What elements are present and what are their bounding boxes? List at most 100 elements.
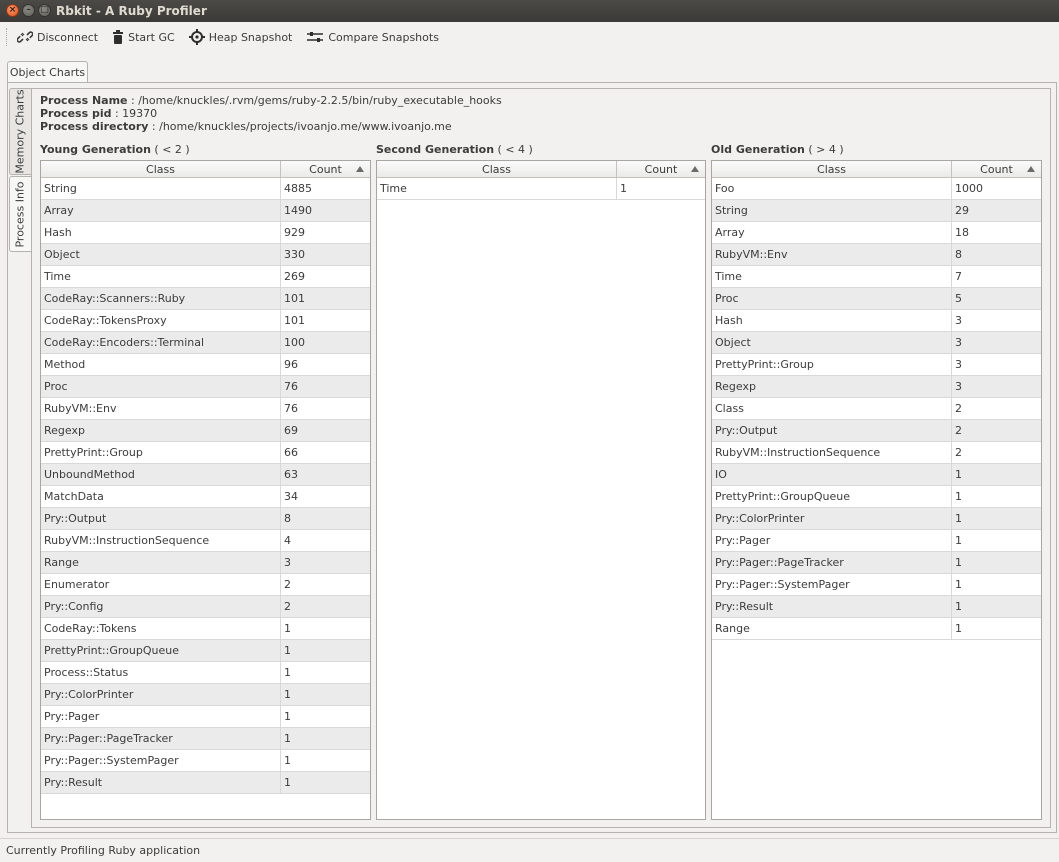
table-row[interactable]: Pry::Output 8: [41, 508, 370, 530]
table-row[interactable]: Range 1: [712, 618, 1041, 640]
process-directory-value: : /home/knuckles/projects/ivoanjo.me/www…: [148, 120, 452, 133]
table-row[interactable]: Regexp 3: [712, 376, 1041, 398]
table-row[interactable]: RubyVM::Env 8: [712, 244, 1041, 266]
table-row[interactable]: Pry::Result 1: [41, 772, 370, 794]
class-name-cell: PrettyPrint::GroupQueue: [712, 486, 952, 508]
table-row[interactable]: Object 330: [41, 244, 370, 266]
tab-memory-charts[interactable]: Memory Charts: [9, 88, 31, 175]
close-window-button[interactable]: ×: [6, 4, 19, 17]
table-row[interactable]: Method 96: [41, 354, 370, 376]
table-row[interactable]: Foo 1000: [712, 178, 1041, 200]
process-pid-label: Process pid: [40, 107, 112, 120]
class-name-cell: Process::Status: [41, 662, 281, 684]
count-cell: 1: [617, 178, 705, 200]
class-name-cell: CodeRay::Tokens: [41, 618, 281, 640]
table-row[interactable]: CodeRay::Scanners::Ruby 101: [41, 288, 370, 310]
table-row[interactable]: Pry::Output 2: [712, 420, 1041, 442]
table-row[interactable]: RubyVM::Env 76: [41, 398, 370, 420]
table-row[interactable]: RubyVM::InstructionSequence 2: [712, 442, 1041, 464]
table-row[interactable]: Process::Status 1: [41, 662, 370, 684]
table-row[interactable]: Time 269: [41, 266, 370, 288]
class-name-cell: Object: [41, 244, 281, 266]
table-row[interactable]: CodeRay::Encoders::Terminal 100: [41, 332, 370, 354]
young-generation-table[interactable]: Class Count String 4885 Array 1490 Hash 929 Obje…: [40, 160, 371, 820]
table-row[interactable]: Class 2: [712, 398, 1041, 420]
class-column-header[interactable]: Class: [712, 161, 952, 177]
count-column-header[interactable]: Count: [952, 161, 1041, 177]
table-row[interactable]: Pry::ColorPrinter 1: [712, 508, 1041, 530]
table-header: Class Count: [712, 161, 1041, 178]
table-row[interactable]: Array 18: [712, 222, 1041, 244]
process-pid-value: : 19370: [111, 107, 158, 120]
toolbar-grip[interactable]: [6, 28, 9, 46]
table-row[interactable]: Enumerator 2: [41, 574, 370, 596]
table-row[interactable]: Pry::Config 2: [41, 596, 370, 618]
disconnect-button[interactable]: Disconnect: [17, 29, 98, 45]
trash-icon: [113, 30, 124, 44]
start-gc-button[interactable]: Start GC: [112, 29, 175, 45]
table-row[interactable]: Proc 76: [41, 376, 370, 398]
table-row[interactable]: UnboundMethod 63: [41, 464, 370, 486]
table-row[interactable]: Hash 929: [41, 222, 370, 244]
class-name-cell: CodeRay::Scanners::Ruby: [41, 288, 281, 310]
table-row[interactable]: PrettyPrint::GroupQueue 1: [712, 486, 1041, 508]
table-row[interactable]: IO 1: [712, 464, 1041, 486]
table-row[interactable]: Pry::Pager 1: [712, 530, 1041, 552]
count-cell: 1000: [952, 178, 1041, 200]
count-cell: 76: [281, 398, 370, 420]
table-row[interactable]: Pry::Pager::PageTracker 1: [41, 728, 370, 750]
count-cell: 1: [281, 728, 370, 750]
count-cell: 1: [952, 552, 1041, 574]
maximize-window-button[interactable]: □: [38, 4, 51, 17]
table-row[interactable]: Range 3: [41, 552, 370, 574]
table-row[interactable]: Hash 3: [712, 310, 1041, 332]
class-name-cell: String: [712, 200, 952, 222]
class-column-header[interactable]: Class: [377, 161, 617, 177]
minimize-window-button[interactable]: –: [22, 4, 35, 17]
table-row[interactable]: String 4885: [41, 178, 370, 200]
count-cell: 3: [281, 552, 370, 574]
count-column-header[interactable]: Count: [281, 161, 370, 177]
table-row[interactable]: Pry::ColorPrinter 1: [41, 684, 370, 706]
tab-process-info[interactable]: Process Info: [9, 176, 31, 252]
table-row[interactable]: Pry::Pager 1: [41, 706, 370, 728]
class-column-header[interactable]: Class: [41, 161, 281, 177]
table-row[interactable]: MatchData 34: [41, 486, 370, 508]
table-row[interactable]: Time 7: [712, 266, 1041, 288]
old-generation-range: ( > 4 ): [804, 143, 844, 156]
count-cell: 929: [281, 222, 370, 244]
table-row[interactable]: Object 3: [712, 332, 1041, 354]
class-name-cell: Pry::ColorPrinter: [712, 508, 952, 530]
table-row[interactable]: Regexp 69: [41, 420, 370, 442]
compare-snapshots-button[interactable]: Compare Snapshots: [306, 31, 439, 44]
class-name-cell: String: [41, 178, 281, 200]
table-row[interactable]: CodeRay::TokensProxy 101: [41, 310, 370, 332]
count-cell: 101: [281, 310, 370, 332]
table-row[interactable]: Proc 5: [712, 288, 1041, 310]
table-row[interactable]: Pry::Pager::PageTracker 1: [712, 552, 1041, 574]
second-generation-table[interactable]: Class Count Time 1: [376, 160, 706, 820]
table-row[interactable]: PrettyPrint::Group 3: [712, 354, 1041, 376]
table-row[interactable]: PrettyPrint::GroupQueue 1: [41, 640, 370, 662]
count-cell: 1: [281, 706, 370, 728]
heap-snapshot-button[interactable]: Heap Snapshot: [188, 29, 292, 45]
disconnect-label: Disconnect: [37, 30, 99, 44]
count-cell: 69: [281, 420, 370, 442]
tab-object-charts[interactable]: Object Charts: [7, 61, 88, 83]
table-row[interactable]: Array 1490: [41, 200, 370, 222]
table-row[interactable]: PrettyPrint::Group 66: [41, 442, 370, 464]
count-cell: 1: [952, 596, 1041, 618]
table-row[interactable]: RubyVM::InstructionSequence 4: [41, 530, 370, 552]
count-column-header[interactable]: Count: [617, 161, 705, 177]
table-row[interactable]: Pry::Pager::SystemPager 1: [41, 750, 370, 772]
class-name-cell: PrettyPrint::Group: [41, 442, 281, 464]
table-row[interactable]: Pry::Result 1: [712, 596, 1041, 618]
class-name-cell: Pry::Result: [41, 772, 281, 794]
table-row[interactable]: Time 1: [377, 178, 705, 200]
count-cell: 330: [281, 244, 370, 266]
table-row[interactable]: String 29: [712, 200, 1041, 222]
old-generation-table[interactable]: Class Count Foo 1000 String 29 Array 18 RubyVM::…: [711, 160, 1042, 820]
process-name-line: Process Name : /home/knuckles/.rvm/gems/…: [40, 94, 502, 107]
table-row[interactable]: CodeRay::Tokens 1: [41, 618, 370, 640]
table-row[interactable]: Pry::Pager::SystemPager 1: [712, 574, 1041, 596]
